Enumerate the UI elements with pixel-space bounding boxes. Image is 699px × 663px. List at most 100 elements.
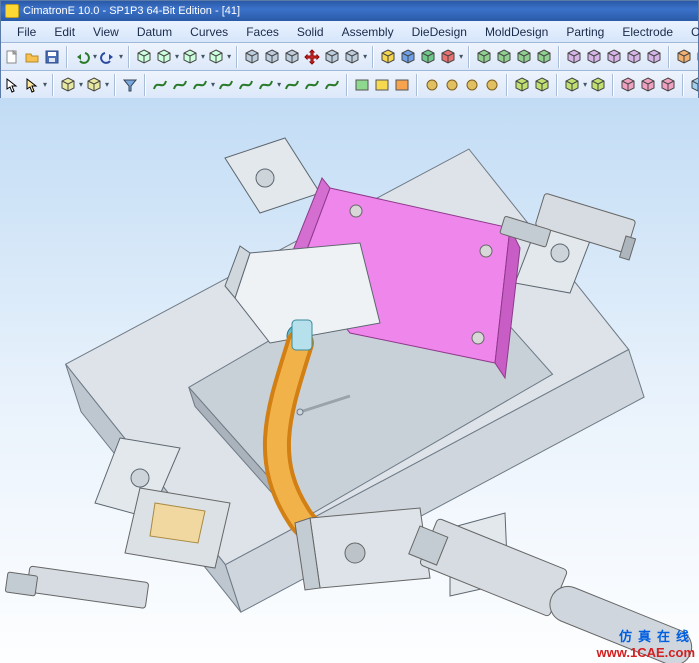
- menubar: File Edit View Datum Curves Faces Solid …: [1, 21, 698, 43]
- dropdown-arrow-icon[interactable]: ▾: [363, 52, 367, 61]
- sel-a-button[interactable]: [59, 74, 77, 96]
- solid-r-button[interactable]: [439, 46, 457, 68]
- solid-y-button[interactable]: [379, 46, 397, 68]
- menu-assembly[interactable]: Assembly: [334, 23, 402, 41]
- nc4-button[interactable]: [689, 74, 698, 96]
- elec2-button[interactable]: [695, 46, 698, 68]
- box-g3-button[interactable]: [515, 46, 533, 68]
- redo-button[interactable]: [99, 46, 117, 68]
- curve2-button[interactable]: [171, 74, 189, 96]
- filter-button[interactable]: [121, 74, 139, 96]
- dropdown-arrow-icon[interactable]: ▾: [227, 52, 231, 61]
- cube3-button[interactable]: [283, 46, 301, 68]
- menu-datum[interactable]: Datum: [129, 23, 180, 41]
- curve4-button[interactable]: [217, 74, 235, 96]
- asm3-button[interactable]: [563, 74, 581, 96]
- asm2-button[interactable]: [533, 74, 551, 96]
- curve8-button[interactable]: [303, 74, 321, 96]
- menu-parting[interactable]: Parting: [558, 23, 612, 41]
- asm1-button[interactable]: [513, 74, 531, 96]
- dropdown-arrow-icon[interactable]: ▾: [79, 80, 83, 89]
- mold4-button[interactable]: [625, 46, 643, 68]
- cube5-button[interactable]: [343, 46, 361, 68]
- viewport-3d[interactable]: 仿真在线 www.1CAE.com: [0, 98, 699, 663]
- dropdown-arrow-icon[interactable]: ▾: [105, 80, 109, 89]
- face-y-button[interactable]: [373, 74, 391, 96]
- menu-faces[interactable]: Faces: [238, 23, 287, 41]
- curve3-button[interactable]: [191, 74, 209, 96]
- box-g-button[interactable]: [475, 46, 493, 68]
- asm4-button[interactable]: [589, 74, 607, 96]
- menu-file[interactable]: File: [9, 23, 44, 41]
- dropdown-arrow-icon[interactable]: ▾: [93, 52, 97, 61]
- dropdown-arrow-icon[interactable]: ▾: [211, 80, 215, 89]
- mold2-button[interactable]: [585, 46, 603, 68]
- move-button[interactable]: [303, 46, 321, 68]
- curve1-button[interactable]: [151, 74, 169, 96]
- cube3-icon: [284, 49, 300, 65]
- menu-electrode[interactable]: Electrode: [614, 23, 681, 41]
- misc3-button[interactable]: [463, 74, 481, 96]
- solid-g-button[interactable]: [419, 46, 437, 68]
- menu-diedesign[interactable]: DieDesign: [404, 23, 475, 41]
- curve9-button[interactable]: [323, 74, 341, 96]
- undo-button[interactable]: [73, 46, 91, 68]
- curve3-icon: [192, 77, 208, 93]
- box-g4-button[interactable]: [535, 46, 553, 68]
- face-o-button[interactable]: [393, 74, 411, 96]
- solid-b-button[interactable]: [399, 46, 417, 68]
- nc3-button[interactable]: [659, 74, 677, 96]
- dropdown-arrow-icon[interactable]: ▾: [201, 52, 205, 61]
- cursor2-button[interactable]: [23, 74, 41, 96]
- cube2-button[interactable]: [263, 46, 281, 68]
- elec1-icon: [676, 49, 692, 65]
- menu-view[interactable]: View: [85, 23, 127, 41]
- cube1-button[interactable]: [243, 46, 261, 68]
- curve6-button[interactable]: [257, 74, 275, 96]
- open-button[interactable]: [23, 46, 41, 68]
- mold1-icon: [566, 49, 582, 65]
- menu-molddesign[interactable]: MoldDesign: [477, 23, 556, 41]
- separator: [612, 74, 614, 96]
- curve5-button[interactable]: [237, 74, 255, 96]
- dropdown-arrow-icon[interactable]: ▾: [175, 52, 179, 61]
- separator: [52, 74, 54, 96]
- menu-curves[interactable]: Curves: [182, 23, 236, 41]
- new-button[interactable]: [3, 46, 21, 68]
- box-g2-button[interactable]: [495, 46, 513, 68]
- curve7-button[interactable]: [283, 74, 301, 96]
- menu-solid[interactable]: Solid: [289, 23, 332, 41]
- dropdown-arrow-icon[interactable]: ▾: [459, 52, 463, 61]
- misc4-button[interactable]: [483, 74, 501, 96]
- cube1-icon: [244, 49, 260, 65]
- asm4-icon: [590, 77, 606, 93]
- dropdown-arrow-icon[interactable]: ▾: [119, 52, 123, 61]
- elec1-button[interactable]: [675, 46, 693, 68]
- cube4-button[interactable]: [323, 46, 341, 68]
- sel-b-button[interactable]: [85, 74, 103, 96]
- mold1-button[interactable]: [565, 46, 583, 68]
- dropdown-arrow-icon[interactable]: ▾: [583, 80, 587, 89]
- tool-c-button[interactable]: [181, 46, 199, 68]
- tool-d-button[interactable]: [207, 46, 225, 68]
- misc1-button[interactable]: [423, 74, 441, 96]
- save-button[interactable]: [43, 46, 61, 68]
- menu-edit[interactable]: Edit: [46, 23, 83, 41]
- solid-r-icon: [440, 49, 456, 65]
- face-g-button[interactable]: [353, 74, 371, 96]
- menu-catalog[interactable]: Catalog: [683, 23, 699, 41]
- redo-icon: [100, 49, 116, 65]
- tool-b-button[interactable]: [155, 46, 173, 68]
- cad-model: [0, 98, 699, 663]
- nc1-button[interactable]: [619, 74, 637, 96]
- misc2-button[interactable]: [443, 74, 461, 96]
- dropdown-arrow-icon[interactable]: ▾: [277, 80, 281, 89]
- nc2-button[interactable]: [639, 74, 657, 96]
- cursor-icon: [4, 77, 20, 93]
- mold5-button[interactable]: [645, 46, 663, 68]
- nc4-icon: [690, 77, 698, 93]
- cursor-button[interactable]: [3, 74, 21, 96]
- tool-a-button[interactable]: [135, 46, 153, 68]
- dropdown-arrow-icon[interactable]: ▾: [43, 80, 47, 89]
- mold3-button[interactable]: [605, 46, 623, 68]
